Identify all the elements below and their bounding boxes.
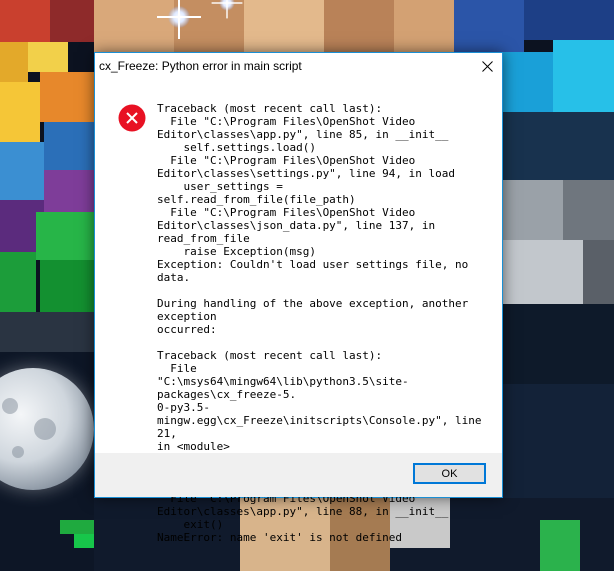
sparkle-star: [168, 6, 190, 28]
error-dialog: cx_Freeze: Python error in main script T…: [94, 52, 503, 544]
ok-button[interactable]: OK: [413, 463, 486, 484]
dialog-content: Traceback (most recent call last): File …: [95, 79, 502, 544]
title-bar[interactable]: cx_Freeze: Python error in main script: [95, 53, 502, 79]
close-icon: [481, 60, 493, 72]
dialog-title: cx_Freeze: Python error in main script: [99, 59, 302, 73]
dialog-footer: OK: [95, 453, 502, 497]
error-icon: [118, 104, 146, 132]
close-button[interactable]: [472, 53, 502, 79]
